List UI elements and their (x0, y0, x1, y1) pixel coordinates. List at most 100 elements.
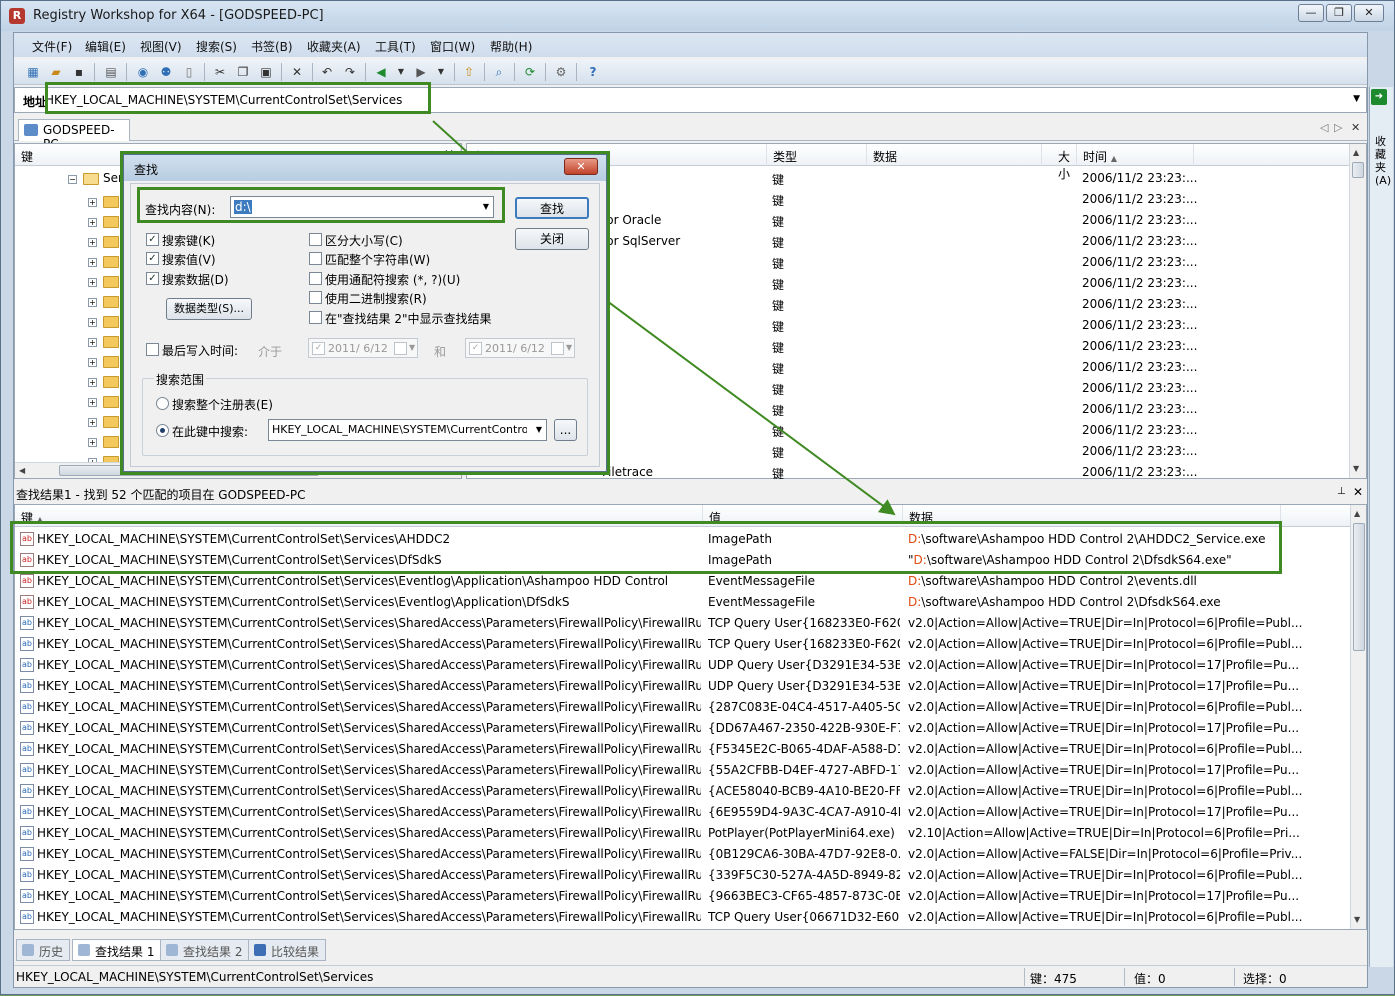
save-icon[interactable]: ▪ (70, 63, 88, 81)
folder-icon[interactable] (103, 216, 119, 228)
result-row[interactable]: ab HKEY_LOCAL_MACHINE\SYSTEM\CurrentContr… (15, 739, 1351, 760)
match-case-checkbox[interactable] (309, 233, 322, 246)
menu-help[interactable]: 帮助(H) (490, 38, 532, 55)
menu-search[interactable]: 搜索(S) (196, 38, 237, 55)
menu-window[interactable]: 窗口(W) (430, 38, 475, 55)
tree-node-services[interactable]: Ser (103, 171, 123, 185)
results-vscrollbar[interactable]: ▲ ▼ (1350, 505, 1366, 929)
results-close-icon[interactable]: ✕ (1353, 485, 1363, 499)
go-arrow-icon[interactable]: ➜ (1371, 89, 1387, 105)
expand-icon[interactable]: + (88, 398, 97, 407)
forward-dropdown-icon[interactable]: ▼ (432, 63, 450, 81)
scope-path-combo[interactable]: HKEY_LOCAL_MACHINE\SYSTEM\CurrentControl… (268, 419, 547, 441)
search-keys-checkbox[interactable]: ✓ (146, 233, 159, 246)
help-icon[interactable]: ? (584, 63, 602, 81)
date-to-calendar-checkbox[interactable] (551, 342, 564, 355)
tab-compare-results[interactable]: 比较结果 (248, 939, 327, 961)
address-dropdown-icon[interactable]: ▼ (1353, 94, 1360, 104)
find-button[interactable]: 查找 (515, 197, 589, 219)
expand-icon[interactable]: + (88, 418, 97, 427)
binary-search-checkbox[interactable] (309, 291, 322, 304)
scope-key-radio[interactable] (156, 424, 169, 437)
pin-icon[interactable]: ⊥ (1337, 486, 1346, 497)
scroll-down-icon[interactable]: ▼ (1353, 464, 1359, 473)
scope-dropdown-icon[interactable]: ▼ (536, 425, 542, 434)
date-to-dropdown-icon[interactable]: ▼ (566, 343, 572, 352)
network-icon[interactable]: ⚉ (157, 63, 175, 81)
result-row[interactable]: ab HKEY_LOCAL_MACHINE\SYSTEM\CurrentContr… (15, 634, 1351, 655)
list-vscrollbar[interactable]: ▲ ▼ (1349, 144, 1366, 478)
scroll-up-icon[interactable]: ▲ (1353, 148, 1359, 157)
last-write-checkbox[interactable] (146, 343, 159, 356)
folder-icon[interactable] (103, 376, 119, 388)
result-row[interactable]: ab HKEY_LOCAL_MACHINE\SYSTEM\CurrentContr… (15, 865, 1351, 886)
date-from-dropdown-icon[interactable]: ▼ (409, 343, 415, 352)
col-time[interactable]: 时间 ▲ (1077, 144, 1194, 166)
menu-bookmarks[interactable]: 书签(B) (251, 38, 293, 55)
result-row[interactable]: ab HKEY_LOCAL_MACHINE\SYSTEM\CurrentContr… (15, 718, 1351, 739)
maximize-button[interactable]: ❐ (1326, 4, 1352, 22)
expand-icon[interactable]: + (88, 258, 97, 267)
close-window-button[interactable]: ✕ (1354, 4, 1384, 22)
folder-icon[interactable] (103, 296, 119, 308)
print-icon[interactable]: ▤ (102, 63, 120, 81)
col-data[interactable]: 数据 (867, 144, 1042, 166)
folder-icon[interactable] (103, 396, 119, 408)
expand-icon[interactable]: + (88, 278, 97, 287)
expand-icon[interactable]: + (88, 338, 97, 347)
result-row[interactable]: ab HKEY_LOCAL_MACHINE\SYSTEM\CurrentContr… (15, 571, 1351, 592)
tab-history[interactable]: 历史 (16, 939, 71, 961)
results2-checkbox[interactable] (309, 311, 322, 324)
result-row[interactable]: ab HKEY_LOCAL_MACHINE\SYSTEM\CurrentContr… (15, 886, 1351, 907)
expand-icon[interactable]: + (88, 358, 97, 367)
folder-icon[interactable] (103, 236, 119, 248)
col-size[interactable]: 大小 (1042, 144, 1077, 181)
expand-icon[interactable]: + (88, 378, 97, 387)
forward-icon[interactable]: ▶ (412, 63, 430, 81)
result-row[interactable]: ab HKEY_LOCAL_MACHINE\SYSTEM\CurrentContr… (15, 760, 1351, 781)
favorites-sidebar[interactable]: ★ 收藏夹(A) (1369, 87, 1393, 967)
connect-icon[interactable]: ◉ (134, 63, 152, 81)
expand-icon[interactable]: + (88, 218, 97, 227)
folder-icon[interactable] (103, 336, 119, 348)
search-values-checkbox[interactable]: ✓ (146, 252, 159, 265)
folder-icon[interactable] (103, 356, 119, 368)
scope-all-radio[interactable] (156, 397, 169, 410)
expand-icon[interactable]: + (88, 438, 97, 447)
find-dropdown-icon[interactable]: ▼ (483, 202, 489, 211)
menu-edit[interactable]: 编辑(E) (85, 38, 126, 55)
whole-string-checkbox[interactable] (309, 252, 322, 265)
expand-icon[interactable]: + (88, 298, 97, 307)
tab-godspeed-pc[interactable]: GODSPEED-PC (18, 119, 130, 151)
result-row[interactable]: ab HKEY_LOCAL_MACHINE\SYSTEM\CurrentContr… (15, 844, 1351, 865)
result-row[interactable]: ab HKEY_LOCAL_MACHINE\SYSTEM\CurrentContr… (15, 802, 1351, 823)
result-row[interactable]: ab HKEY_LOCAL_MACHINE\SYSTEM\CurrentContr… (15, 592, 1351, 613)
folder-icon[interactable] (103, 416, 119, 428)
folder-icon[interactable] (103, 196, 119, 208)
tab-find-results-2[interactable]: 查找结果 2 (160, 939, 250, 961)
result-row[interactable]: ab HKEY_LOCAL_MACHINE\SYSTEM\CurrentContr… (15, 907, 1351, 928)
undo-icon[interactable]: ↶ (318, 63, 336, 81)
copy-icon[interactable]: ❐ (234, 63, 252, 81)
back-icon[interactable]: ◀ (372, 63, 390, 81)
menu-view[interactable]: 视图(V) (140, 38, 182, 55)
back-dropdown-icon[interactable]: ▼ (392, 63, 410, 81)
registry-icon[interactable]: ▦ (24, 63, 42, 81)
folder-icon[interactable] (103, 256, 119, 268)
tab-prev-icon[interactable]: ◁ (1320, 121, 1328, 134)
tab-next-icon[interactable]: ▷ (1334, 121, 1342, 134)
expand-icon[interactable]: + (88, 318, 97, 327)
find-input[interactable]: d:\ ▼ (230, 196, 494, 218)
scroll-down-icon[interactable]: ▼ (1354, 915, 1360, 924)
result-row[interactable]: ab HKEY_LOCAL_MACHINE\SYSTEM\CurrentContr… (15, 613, 1351, 634)
result-row[interactable]: ab HKEY_LOCAL_MACHINE\SYSTEM\CurrentContr… (15, 697, 1351, 718)
data-types-button[interactable]: 数据类型(S)... (166, 298, 252, 320)
minimize-button[interactable]: — (1298, 4, 1324, 22)
date-from-picker[interactable]: ✓ 2011/ 6/12 ▼ (308, 338, 418, 358)
col-type[interactable]: 类型 (767, 144, 867, 166)
result-row[interactable]: ab HKEY_LOCAL_MACHINE\SYSTEM\CurrentContr… (15, 823, 1351, 844)
date-from-checkbox[interactable]: ✓ (312, 342, 325, 355)
scroll-left-icon[interactable]: ◀ (19, 466, 25, 475)
disconnect-icon[interactable]: ▯ (180, 63, 198, 81)
paste-icon[interactable]: ▣ (257, 63, 275, 81)
